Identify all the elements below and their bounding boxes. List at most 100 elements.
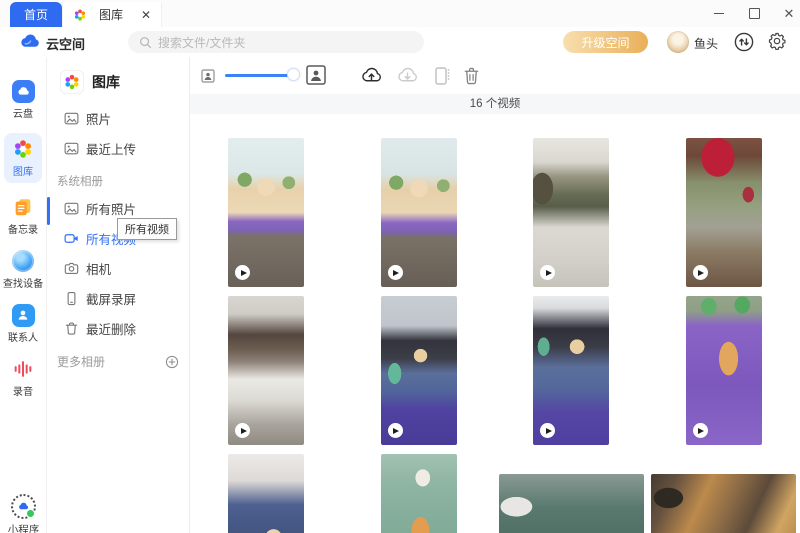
search-icon [139,36,152,49]
section-system-albums: 系统相册 [47,163,189,193]
tab-home[interactable]: 首页 [10,2,62,27]
trash-icon [63,320,79,336]
rail-item-label: 图库 [5,164,41,178]
sidebar-title: 图库 [92,72,120,92]
video-thumbnail[interactable] [651,474,796,533]
video-thumbnail[interactable] [533,138,609,287]
video-thumbnail[interactable] [228,138,304,287]
video-thumbnail[interactable] [228,296,304,445]
thumbnail-size-small-icon[interactable] [200,68,215,83]
sidebar-item-camera[interactable]: 相机 [47,253,189,283]
sidebar-item-screenshots[interactable]: 截屏录屏 [47,283,189,313]
download-button[interactable] [396,64,419,87]
mini-program-qr-icon [11,494,36,519]
video-thumbnail[interactable] [228,454,304,533]
video-thumbnail[interactable] [533,296,609,445]
gallery-flower-icon [73,8,87,22]
sidebar-item-label: 所有照片 [86,199,136,218]
tab-gallery[interactable]: 图库 ✕ [62,2,162,27]
video-icon [63,230,79,246]
window-minimize-button[interactable] [706,0,732,27]
upgrade-space-button[interactable]: 升级空间 [563,31,648,53]
app-rail: 云盘 图库 备忘录 查找设备 联系人 录音 小程序 [0,57,47,533]
contacts-icon [11,303,35,327]
slider-thumb[interactable] [287,68,300,81]
recorder-icon [11,357,35,381]
sidebar-item-label: 相机 [86,259,111,278]
sidebar-item-photos[interactable]: 照片 [47,103,189,133]
transfer-list-icon[interactable] [733,31,755,53]
photo-icon [63,110,79,126]
rail-item-find-device[interactable]: 查找设备 [0,249,46,291]
rail-item-label: 备忘录 [1,222,45,236]
thumbnail-size-large-icon[interactable] [306,65,326,85]
settings-gear-icon[interactable] [767,31,789,53]
more-albums-label: 更多相册 [57,353,105,370]
sidebar-item-label: 截屏录屏 [86,289,136,308]
tab-gallery-label: 图库 [99,6,123,23]
sidebar-item-recent-uploads[interactable]: 最近上传 [47,133,189,163]
active-item-indicator [47,197,50,225]
delete-button[interactable] [461,64,481,87]
camera-icon [63,260,79,276]
toolbar [190,57,800,94]
notes-icon [11,195,35,219]
video-thumbnail[interactable] [686,138,762,287]
upload-button[interactable] [360,64,383,87]
tooltip-all-videos: 所有视频 [117,218,177,240]
mini-program-label: 小程序 [0,522,47,533]
photo-icon [63,200,79,216]
rail-item-contacts[interactable]: 联系人 [0,303,46,345]
phone-icon [63,290,79,306]
search-placeholder: 搜索文件/文件夹 [158,34,245,51]
app-name: 云空间 [46,34,85,53]
play-icon [693,265,708,280]
video-thumbnail[interactable] [381,138,457,287]
sidebar-item-recently-deleted[interactable]: 最近删除 [47,313,189,343]
search-input[interactable]: 搜索文件/文件夹 [128,31,424,53]
rail-item-gallery[interactable]: 图库 [4,133,42,183]
sidebar-item-label: 照片 [86,109,111,128]
cloud-drive-icon [11,79,35,103]
save-to-device-button[interactable] [432,64,452,87]
sidebar-header: 图库 [47,57,189,103]
avatar[interactable] [667,31,689,53]
cloud-space-window: 首页 图库 ✕ ✕ 云空间 搜索文件/文件夹 升级空间 鱼头 [0,0,800,533]
play-icon [540,423,555,438]
sidebar-item-label: 最近删除 [86,319,136,338]
rail-item-recorder[interactable]: 录音 [0,357,46,399]
play-icon [388,423,403,438]
tab-strip: 首页 图库 ✕ ✕ [0,0,800,27]
video-thumbnail[interactable] [381,454,457,533]
rail-item-cloud-drive[interactable]: 云盘 [0,79,46,121]
play-icon [235,265,250,280]
mini-program-entry[interactable]: 小程序 [0,494,47,533]
app-header: 云空间 搜索文件/文件夹 升级空间 鱼头 [0,27,800,58]
play-icon [388,265,403,280]
play-icon [540,265,555,280]
sidebar-item-label: 最近上传 [86,139,136,158]
rail-item-label: 查找设备 [1,276,45,290]
rail-item-notes[interactable]: 备忘录 [0,195,46,237]
tab-close-icon[interactable]: ✕ [141,9,151,21]
video-thumbnail[interactable] [686,296,762,445]
gallery-icon [11,137,35,161]
section-more-albums: 更多相册 [47,343,189,370]
rail-item-label: 联系人 [1,330,45,344]
main-content: 16 个视频 [190,57,800,533]
photo-icon [63,140,79,156]
video-thumbnail[interactable] [381,296,457,445]
window-close-button[interactable]: ✕ [776,0,800,27]
video-count: 16 个视频 [190,94,800,114]
rail-item-label: 云盘 [1,106,45,120]
rail-item-label: 录音 [1,384,45,398]
video-grid [190,114,800,533]
cloud-logo-icon [20,31,41,52]
username: 鱼头 [694,35,718,52]
find-device-icon [11,249,35,273]
window-maximize-button[interactable] [741,0,767,27]
add-album-button[interactable] [165,355,179,369]
gallery-sidebar: 图库 照片 最近上传系统相册 所有照片 所有视频 相机 截屏录屏 最近删除更多相… [47,57,190,533]
video-thumbnail[interactable] [499,474,644,533]
play-icon [693,423,708,438]
